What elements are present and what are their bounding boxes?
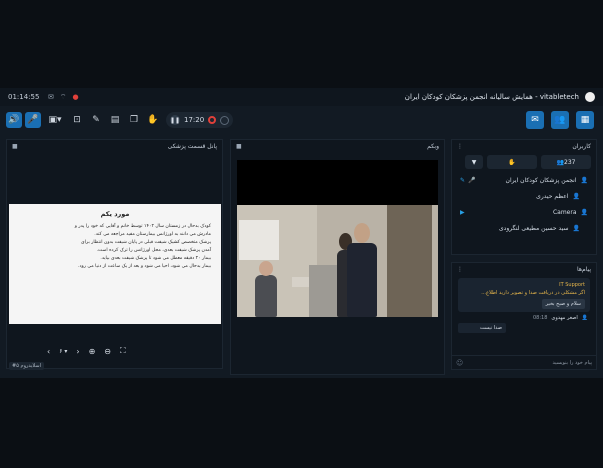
- microphone-icon[interactable]: 🎤: [25, 112, 41, 128]
- fullscreen-icon[interactable]: ⛶: [120, 346, 126, 356]
- status-bar: 01:14:55 ✉ ⌔ ● vitabletech - همایش سالیا…: [0, 88, 603, 106]
- user-name: Camera: [552, 208, 577, 216]
- video-player[interactable]: [237, 160, 438, 317]
- page-selector[interactable]: ۶ ▾: [59, 348, 67, 355]
- session-timer: ❚❚ 17:20: [166, 112, 234, 128]
- user-name: انجمن پزشکان کودکان ایران: [505, 176, 577, 184]
- record-indicator-icon: ●: [72, 92, 79, 101]
- users-toggle-icon[interactable]: 👥: [551, 111, 569, 129]
- panel-menu-icon[interactable]: ■: [236, 143, 242, 150]
- panel-title: وبکم: [427, 142, 439, 150]
- document-panel: پانل قسمت پزشکی ■ مورد یکم کودک بدحال در…: [6, 139, 223, 370]
- user-icon: 👤: [580, 176, 588, 184]
- timer-value: 17:20: [184, 116, 205, 124]
- document-line: پزشک متخصص کشیک شیفت قبلی در پایان شیفت …: [81, 240, 211, 245]
- wifi-icon: ⌔: [59, 92, 67, 101]
- camera-icon[interactable]: ▣▾: [44, 112, 66, 128]
- document-line: کودک بدحال در زمستان سال ۱۴۰۲ توسط خانم …: [74, 224, 211, 229]
- panel-title: پانل قسمت پزشکی: [167, 142, 217, 150]
- layout-icon[interactable]: ▦: [576, 111, 594, 129]
- user-row[interactable]: 👤 سید حسین مطیعی لنگرودی: [452, 220, 596, 236]
- chat-message: IT Support اگر مشکلی در دریافت صدا و تصو…: [458, 278, 590, 312]
- document-line: بیمار بدحال می شود، احیا می شود و بعد از…: [78, 264, 211, 269]
- zoom-out-icon[interactable]: ⊖: [104, 347, 111, 356]
- chat-toggle-icon[interactable]: ✉: [526, 111, 544, 129]
- document-line: بیمار ۲۰ دقیقه معطل می شود تا پزشک شیفت …: [100, 256, 211, 261]
- chat-panel: پیام‌ها ⋮ IT Support اگر مشکلی در دریافت…: [451, 262, 597, 370]
- user-icon: 👤: [581, 315, 588, 321]
- user-icon: 👤: [572, 224, 580, 232]
- message-text: اگر مشکلی در دریافت صدا و تصویر دارید اط…: [481, 290, 585, 296]
- record-button[interactable]: [208, 116, 217, 124]
- timer-ring-icon: [220, 115, 230, 125]
- webcam-video-frame: [237, 205, 438, 317]
- document-page: مورد یکم کودک بدحال در زمستان سال ۱۴۰۲ ت…: [9, 204, 221, 324]
- filter-icon[interactable]: ▼: [465, 155, 483, 169]
- speaker-icon[interactable]: 🔊: [6, 112, 22, 128]
- toolbar: 🔊 🎤 ▣▾ ⊡ ✎ ▤ ❐ ✋ ❚❚ 17:20 ✉ 👥 ▦: [0, 108, 603, 132]
- user-name: اعظم حیدری: [536, 192, 569, 200]
- user-count-badge[interactable]: 👥 237: [541, 155, 591, 169]
- user-row[interactable]: 👤 اعظم حیدری: [452, 188, 596, 204]
- screen-share-icon[interactable]: ⊡: [69, 112, 85, 128]
- prev-page-icon[interactable]: ‹: [47, 347, 50, 356]
- users-panel: کاربران ⋮ ▼ ✋ 👥 237 👤 انجمن پزشکان کودکا…: [451, 139, 597, 255]
- panel-menu-icon[interactable]: ⋮: [457, 266, 463, 273]
- panel-menu-icon[interactable]: ■: [12, 143, 18, 150]
- user-row[interactable]: 👤 انجمن پزشکان کودکان ایران ✎ 🎤: [452, 172, 596, 188]
- copy-icon[interactable]: ❐: [126, 112, 142, 128]
- raise-hand-icon[interactable]: ✋: [145, 112, 161, 128]
- user-icon: 👤: [572, 192, 580, 200]
- user-icon: 👤: [580, 208, 588, 216]
- chat-input-placeholder: پیام خود را بنویسید: [552, 359, 592, 366]
- speaker-figure: [347, 243, 377, 317]
- message-icon: ✉: [48, 92, 54, 101]
- hand-raise-filter[interactable]: ✋: [487, 155, 537, 169]
- video-icon[interactable]: ▶: [460, 209, 465, 216]
- panel-menu-icon[interactable]: ⋮: [457, 143, 463, 150]
- emoji-icon[interactable]: ☺: [456, 359, 463, 367]
- chat-message-header: 👤 اصغر مهدوی 08:18: [452, 315, 596, 321]
- document-line: مادرش می دانند به اورژانس بیمارستان مفید…: [94, 232, 211, 237]
- user-row[interactable]: 👤 Camera ▶: [452, 204, 596, 220]
- next-page-icon[interactable]: ›: [76, 347, 79, 356]
- document-controls: ‹ ۶ ▾ › ⊕ ⊖ ⛶: [47, 346, 126, 356]
- chat-input[interactable]: پیام خود را بنویسید ☺: [452, 355, 596, 369]
- document-heading: مورد یکم: [100, 210, 130, 218]
- window-title: vitabletech - همایش سالیانه انجمن پزشکان…: [404, 93, 579, 101]
- message-sender: اصغر مهدوی: [551, 315, 578, 321]
- status-time: 01:14:55: [8, 93, 40, 101]
- panel-title: کاربران: [572, 142, 591, 150]
- zoom-in-icon[interactable]: ⊕: [89, 347, 96, 356]
- message-time: 08:18: [533, 315, 548, 321]
- pen-icon[interactable]: ✎: [88, 112, 104, 128]
- edit-icon[interactable]: ✎: [460, 177, 465, 184]
- app-logo: [585, 92, 595, 102]
- pause-icon[interactable]: ❚❚: [170, 115, 180, 125]
- attendee-figure: [255, 275, 277, 317]
- message-sender: IT Support: [559, 282, 585, 288]
- webcam-panel: وبکم ■: [230, 139, 445, 375]
- user-name: سید حسین مطیعی لنگرودی: [498, 224, 569, 232]
- document-line: آمدن پزشک شیفت بعدی، محل اورژانس را ترک …: [96, 248, 211, 253]
- message-text: صدا نیست: [458, 323, 506, 333]
- message-reply: سلام و صبح بخیر: [541, 299, 585, 309]
- slide-tag: #اسلایدروم ۵: [9, 362, 44, 370]
- file-icon[interactable]: ▤: [107, 112, 123, 128]
- panel-title: پیام‌ها: [576, 265, 591, 273]
- meeting-app-window: 01:14:55 ✉ ⌔ ● vitabletech - همایش سالیا…: [0, 88, 603, 378]
- mic-icon[interactable]: 🎤: [468, 177, 475, 184]
